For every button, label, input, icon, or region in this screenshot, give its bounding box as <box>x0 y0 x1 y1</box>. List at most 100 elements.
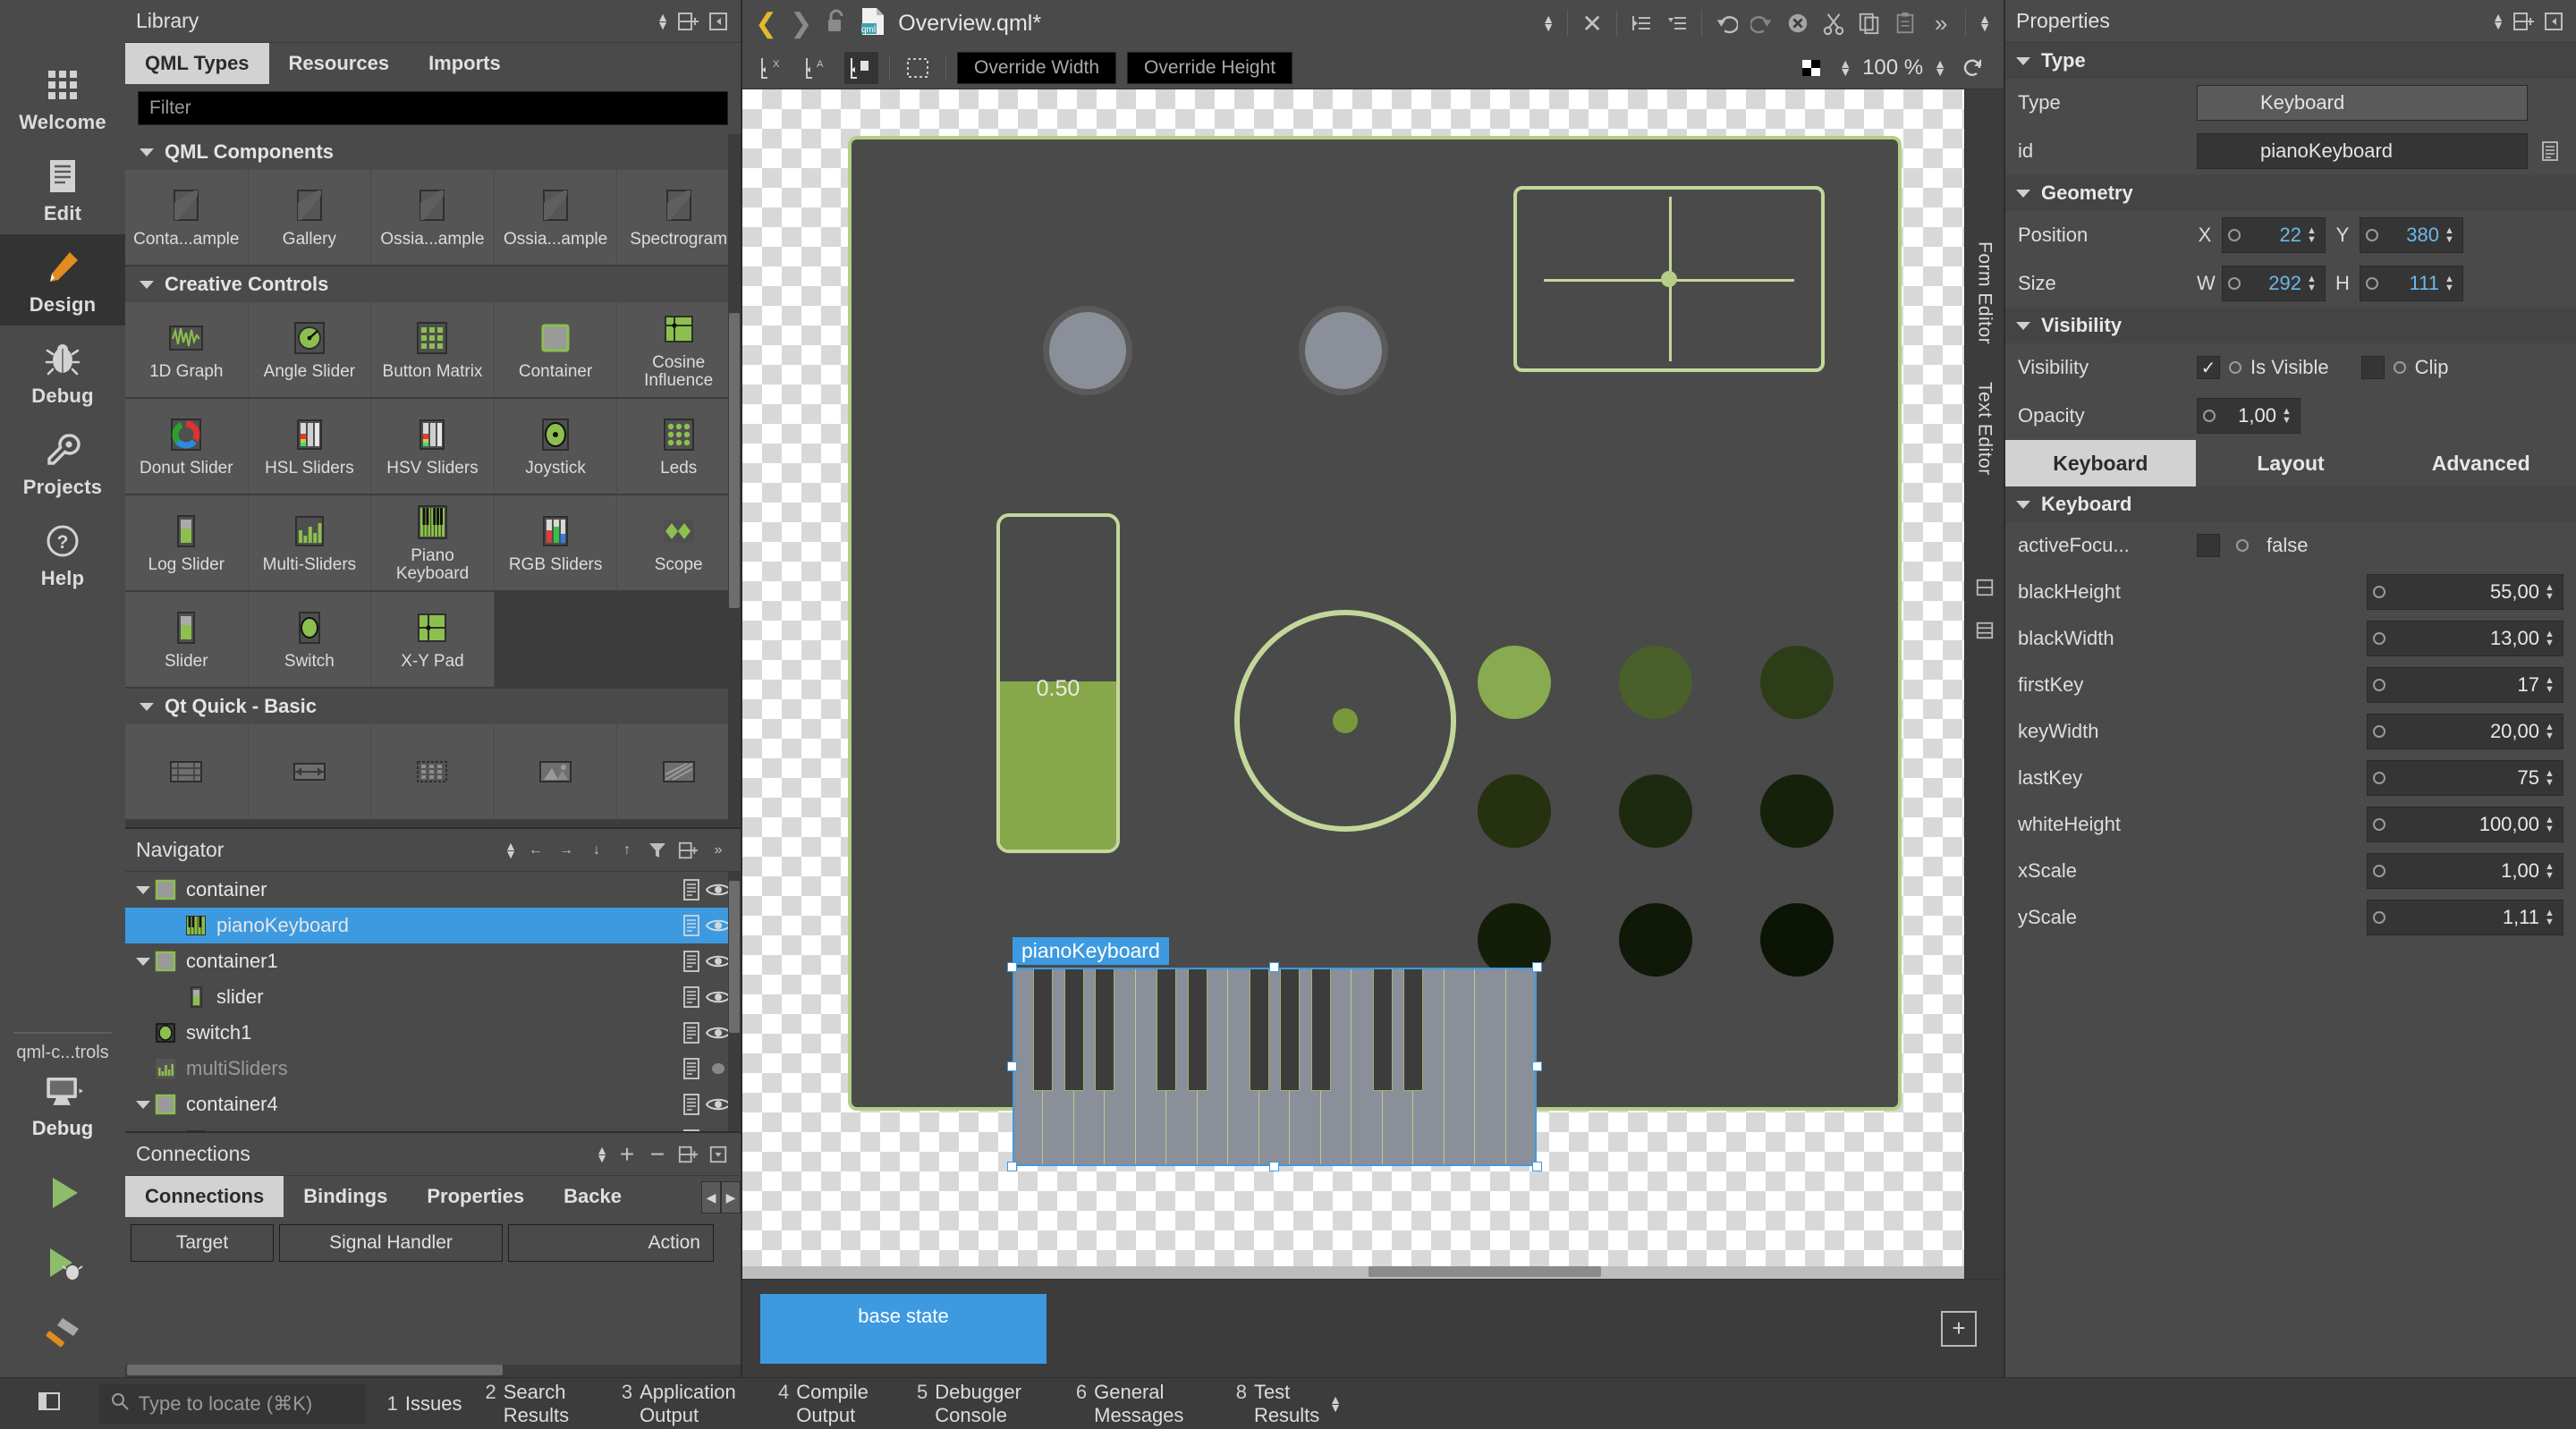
status-pane-compile-output[interactable]: 4Compile Output <box>778 1381 894 1427</box>
add-state-button[interactable]: + <box>1941 1311 1977 1347</box>
opacity-input[interactable]: 1,00 ▲▼ <box>2197 398 2301 434</box>
rail-split-icon[interactable] <box>1973 576 1996 599</box>
navigator-scroll-thumb[interactable] <box>729 881 740 1033</box>
library-item-piano-keyboard[interactable]: Piano Keyboard <box>371 495 495 592</box>
status-pane-test-results[interactable]: 8Test Results <box>1236 1381 1329 1427</box>
led-0-1[interactable] <box>1619 646 1692 719</box>
vertical-slider[interactable]: 0.50 <box>996 513 1120 853</box>
column-signal-handler[interactable]: Signal Handler <box>279 1224 503 1262</box>
list-icon[interactable] <box>678 1021 705 1044</box>
status-pane-general-messages[interactable]: 6General Messages <box>1076 1381 1213 1427</box>
tab-scroll-left[interactable]: ◀ <box>701 1181 721 1213</box>
blackWidth-input[interactable]: 13,00▲▼ <box>2367 621 2563 656</box>
library-section-qt-quick-basic[interactable]: Qt Quick - Basic <box>125 689 741 724</box>
knob-2[interactable] <box>1299 306 1388 395</box>
delete-icon[interactable] <box>1786 12 1809 35</box>
mode-help[interactable]: ? Help <box>0 508 125 599</box>
library-scroll-thumb[interactable] <box>729 313 740 608</box>
navigator-row-xYPad[interactable]: xYPad <box>125 1122 741 1131</box>
binding-indicator[interactable] <box>2236 539 2249 552</box>
section-geometry[interactable]: Geometry <box>2005 175 2576 211</box>
reset-anchors-icon[interactable]: X <box>755 52 789 84</box>
form-editor-canvas[interactable]: 0.50 <box>742 89 1964 1279</box>
canvas-hscrollbar[interactable] <box>742 1266 1964 1279</box>
spinner[interactable]: ▲▼ <box>2545 909 2557 926</box>
tab-connections[interactable]: Connections <box>125 1176 284 1217</box>
tab-scroll-right[interactable]: ▶ <box>721 1181 741 1213</box>
position-x-input[interactable]: 22 ▲▼ <box>2222 217 2326 253</box>
spinner[interactable]: ▲▼ <box>2545 723 2557 740</box>
mode-edit[interactable]: Edit <box>0 143 125 234</box>
library-item-spectrogram[interactable]: Spectrogram <box>617 170 741 266</box>
tab-qml-types[interactable]: QML Types <box>125 43 269 84</box>
list-icon[interactable] <box>678 914 705 937</box>
tab-imports[interactable]: Imports <box>409 43 521 84</box>
tab-layout[interactable]: Layout <box>2196 440 2386 486</box>
mode-debug[interactable]: Debug <box>0 326 125 417</box>
tab-backend[interactable]: Backe <box>544 1176 641 1217</box>
panel-chooser-icon[interactable]: ▲▼ <box>596 1146 608 1163</box>
list-icon[interactable] <box>2537 140 2563 163</box>
panel-chooser-icon[interactable]: ▲▼ <box>504 842 517 858</box>
override-width-button[interactable]: Override Width <box>957 52 1116 84</box>
panel-chooser-icon[interactable]: ▲▼ <box>657 13 669 30</box>
canvas-hscroll-thumb[interactable] <box>1368 1266 1601 1277</box>
root-container[interactable]: 0.50 <box>848 136 1902 1111</box>
navigator-row-container1[interactable]: container1 <box>125 943 741 979</box>
library-item-joystick[interactable]: Joystick <box>495 399 618 495</box>
rail-grid-icon[interactable] <box>1973 619 1996 642</box>
lastKey-input[interactable]: 75▲▼ <box>2367 760 2563 796</box>
run-debug-icon[interactable] <box>41 1243 84 1289</box>
mode-projects[interactable]: Projects <box>0 417 125 508</box>
led-0-0[interactable] <box>1478 646 1551 719</box>
connections-hscrollbar[interactable] <box>125 1365 741 1377</box>
chevron-down-icon[interactable] <box>132 958 154 966</box>
mode-design[interactable]: Design <box>0 234 125 326</box>
library-item-qq-border-image-icon[interactable] <box>125 724 249 821</box>
tab-properties[interactable]: Properties <box>407 1176 544 1217</box>
binding-indicator[interactable] <box>2228 229 2241 241</box>
binding-indicator[interactable] <box>2373 586 2385 598</box>
document-chooser-icon[interactable]: ▲▼ <box>1542 15 1555 31</box>
clip-checkbox[interactable] <box>2361 356 2385 379</box>
tab-advanced[interactable]: Advanced <box>2385 440 2576 486</box>
column-action[interactable]: Action <box>508 1224 714 1262</box>
led-1-2[interactable] <box>1760 774 1834 848</box>
split-icon[interactable] <box>676 10 699 33</box>
led-1-1[interactable] <box>1619 774 1692 848</box>
library-item-rgb-sliders[interactable]: RGB Sliders <box>495 495 618 592</box>
library-item-donut-slider[interactable]: Donut Slider <box>125 399 249 495</box>
zoom-stepper-up[interactable]: ▲▼ <box>1934 60 1946 76</box>
library-item-x-y-pad[interactable]: X-Y Pad <box>371 592 495 689</box>
library-item-hsl-sliders[interactable]: HSL Sliders <box>249 399 372 495</box>
tab-bindings[interactable]: Bindings <box>284 1176 407 1217</box>
tab-resources[interactable]: Resources <box>269 43 410 84</box>
status-pane-issues[interactable]: 1Issues <box>387 1392 462 1416</box>
library-item-qq-item-icon[interactable] <box>617 724 741 821</box>
paste-icon[interactable] <box>1894 12 1917 35</box>
chevron-double-right-icon[interactable]: » <box>1929 12 1953 35</box>
binding-indicator[interactable] <box>2203 410 2216 422</box>
library-item-slider[interactable]: Slider <box>125 592 249 689</box>
firstKey-input[interactable]: 17▲▼ <box>2367 667 2563 703</box>
resize-handle-br[interactable] <box>1532 1162 1542 1171</box>
arrow-right-icon[interactable]: → <box>555 839 578 862</box>
type-value-field[interactable]: Keyboard <box>2197 85 2528 121</box>
library-item-1d-graph[interactable]: 1D Graph <box>125 302 249 399</box>
panel-chooser-icon[interactable]: ▲▼ <box>2492 13 2504 30</box>
kit-selector[interactable]: Debug <box>0 1063 125 1149</box>
spinner[interactable]: ▲▼ <box>2545 770 2557 786</box>
run-icon[interactable] <box>42 1172 83 1218</box>
joystick-dot[interactable] <box>1333 708 1358 733</box>
unlocked-icon[interactable] <box>825 8 848 39</box>
chevron-down-icon[interactable] <box>132 1101 154 1109</box>
library-item-leds[interactable]: Leds <box>617 399 741 495</box>
library-item-button-matrix[interactable]: Button Matrix <box>371 302 495 399</box>
binding-indicator[interactable] <box>2228 277 2241 290</box>
binding-indicator[interactable] <box>2373 632 2385 645</box>
library-item-hsv-sliders[interactable]: HSV Sliders <box>371 399 495 495</box>
mode-welcome[interactable]: Welcome <box>0 52 125 143</box>
keyWidth-input[interactable]: 20,00▲▼ <box>2367 714 2563 749</box>
led-2-2[interactable] <box>1760 903 1834 977</box>
list-icon[interactable] <box>678 1057 705 1080</box>
